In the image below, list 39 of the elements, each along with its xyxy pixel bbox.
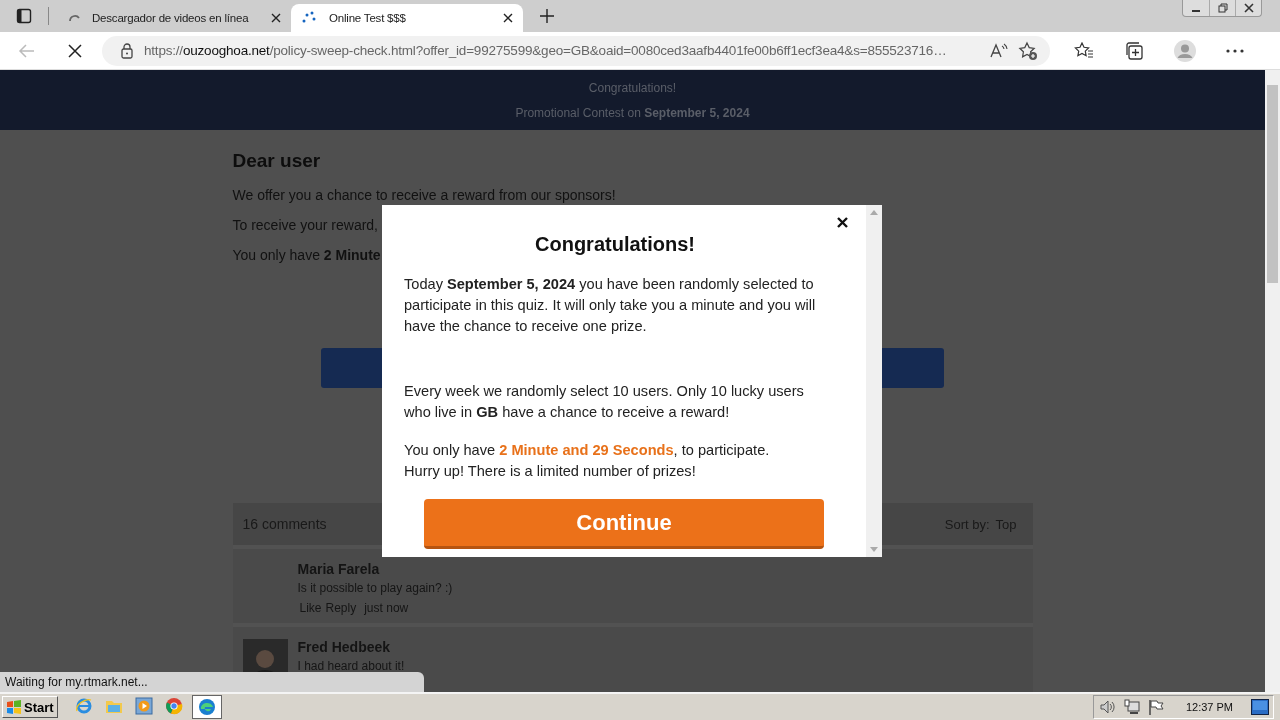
lock-icon[interactable] bbox=[120, 42, 134, 59]
body-text: To receive your reward, bbox=[232, 216, 378, 234]
timer-text: You only have 2 Minute and 29 Seconds, to participate. bbox=[404, 441, 771, 460]
wave-browser-icon[interactable] bbox=[191, 695, 222, 719]
close-icon[interactable] bbox=[271, 13, 281, 23]
dialog-text: Hurry up! There is a limited number of prizes! bbox=[404, 462, 697, 481]
network-icon[interactable] bbox=[1123, 699, 1140, 715]
flag-icon[interactable] bbox=[1147, 699, 1164, 715]
browser-tab[interactable]: Online Test $$$ bbox=[291, 4, 523, 32]
collections-icon[interactable] bbox=[1124, 40, 1144, 61]
show-desktop-icon[interactable] bbox=[1251, 699, 1269, 715]
start-button[interactable]: Start bbox=[2, 696, 58, 718]
body-text: You only have 2 Minute bbox=[232, 246, 381, 264]
banner-title: Congratulations! bbox=[588, 80, 677, 95]
read-aloud-icon[interactable] bbox=[990, 42, 1008, 59]
loading-icon bbox=[69, 15, 80, 21]
banner-subtitle: Promotional Contest on September 5, 2024 bbox=[515, 105, 750, 120]
body-text: We offer you a chance to receive a reward from our sponsors! bbox=[232, 186, 616, 204]
scrollbar[interactable] bbox=[1265, 70, 1280, 692]
clock: 12:37 PM bbox=[1185, 701, 1233, 713]
address-bar[interactable]: https://ouzooghoa.net/policy-sweep-check.html?offer_id=99275599&geo=GB&oaid=0080ced3aafb4401fe00b6ff1ecf3ea4&s=855523716… bbox=[102, 35, 1050, 66]
tab-actions-icon[interactable] bbox=[16, 8, 32, 24]
more-icon[interactable] bbox=[1226, 48, 1244, 53]
stop-icon[interactable] bbox=[66, 41, 84, 60]
browser-tab[interactable]: Descargador de videos en línea bbox=[59, 4, 291, 32]
new-tab-icon[interactable] bbox=[539, 8, 555, 24]
speaker-icon[interactable] bbox=[1099, 700, 1116, 714]
windows-logo-icon bbox=[6, 700, 22, 714]
dialog-text: Today September 5, 2024 you have been randomly selected to participate in this quiz. It will only take you a minute and you will have the chance to receive one prize. bbox=[404, 275, 817, 336]
dialog-title: Congratulations! bbox=[534, 233, 696, 256]
status-text: Waiting for my.rtmark.net... bbox=[0, 672, 424, 692]
url-text: https://ouzooghoa.net/policy-sweep-check.html?offer_id=99275599&geo=GB&oaid=0080ced3aafb4401fe00b6ff1ecf3ea4&s=855523716… bbox=[144, 43, 948, 58]
close-icon[interactable] bbox=[503, 13, 513, 23]
dialog-text: Every week we randomly select 10 users. Only 10 lucky users who live in GB have a chance to receive a reward! bbox=[404, 382, 805, 422]
favorites-icon[interactable] bbox=[1074, 41, 1094, 60]
profile-avatar[interactable] bbox=[1174, 39, 1196, 62]
add-favorite-icon[interactable] bbox=[1018, 40, 1038, 61]
close-icon[interactable] bbox=[837, 217, 848, 228]
page-heading: Dear user bbox=[232, 150, 322, 172]
